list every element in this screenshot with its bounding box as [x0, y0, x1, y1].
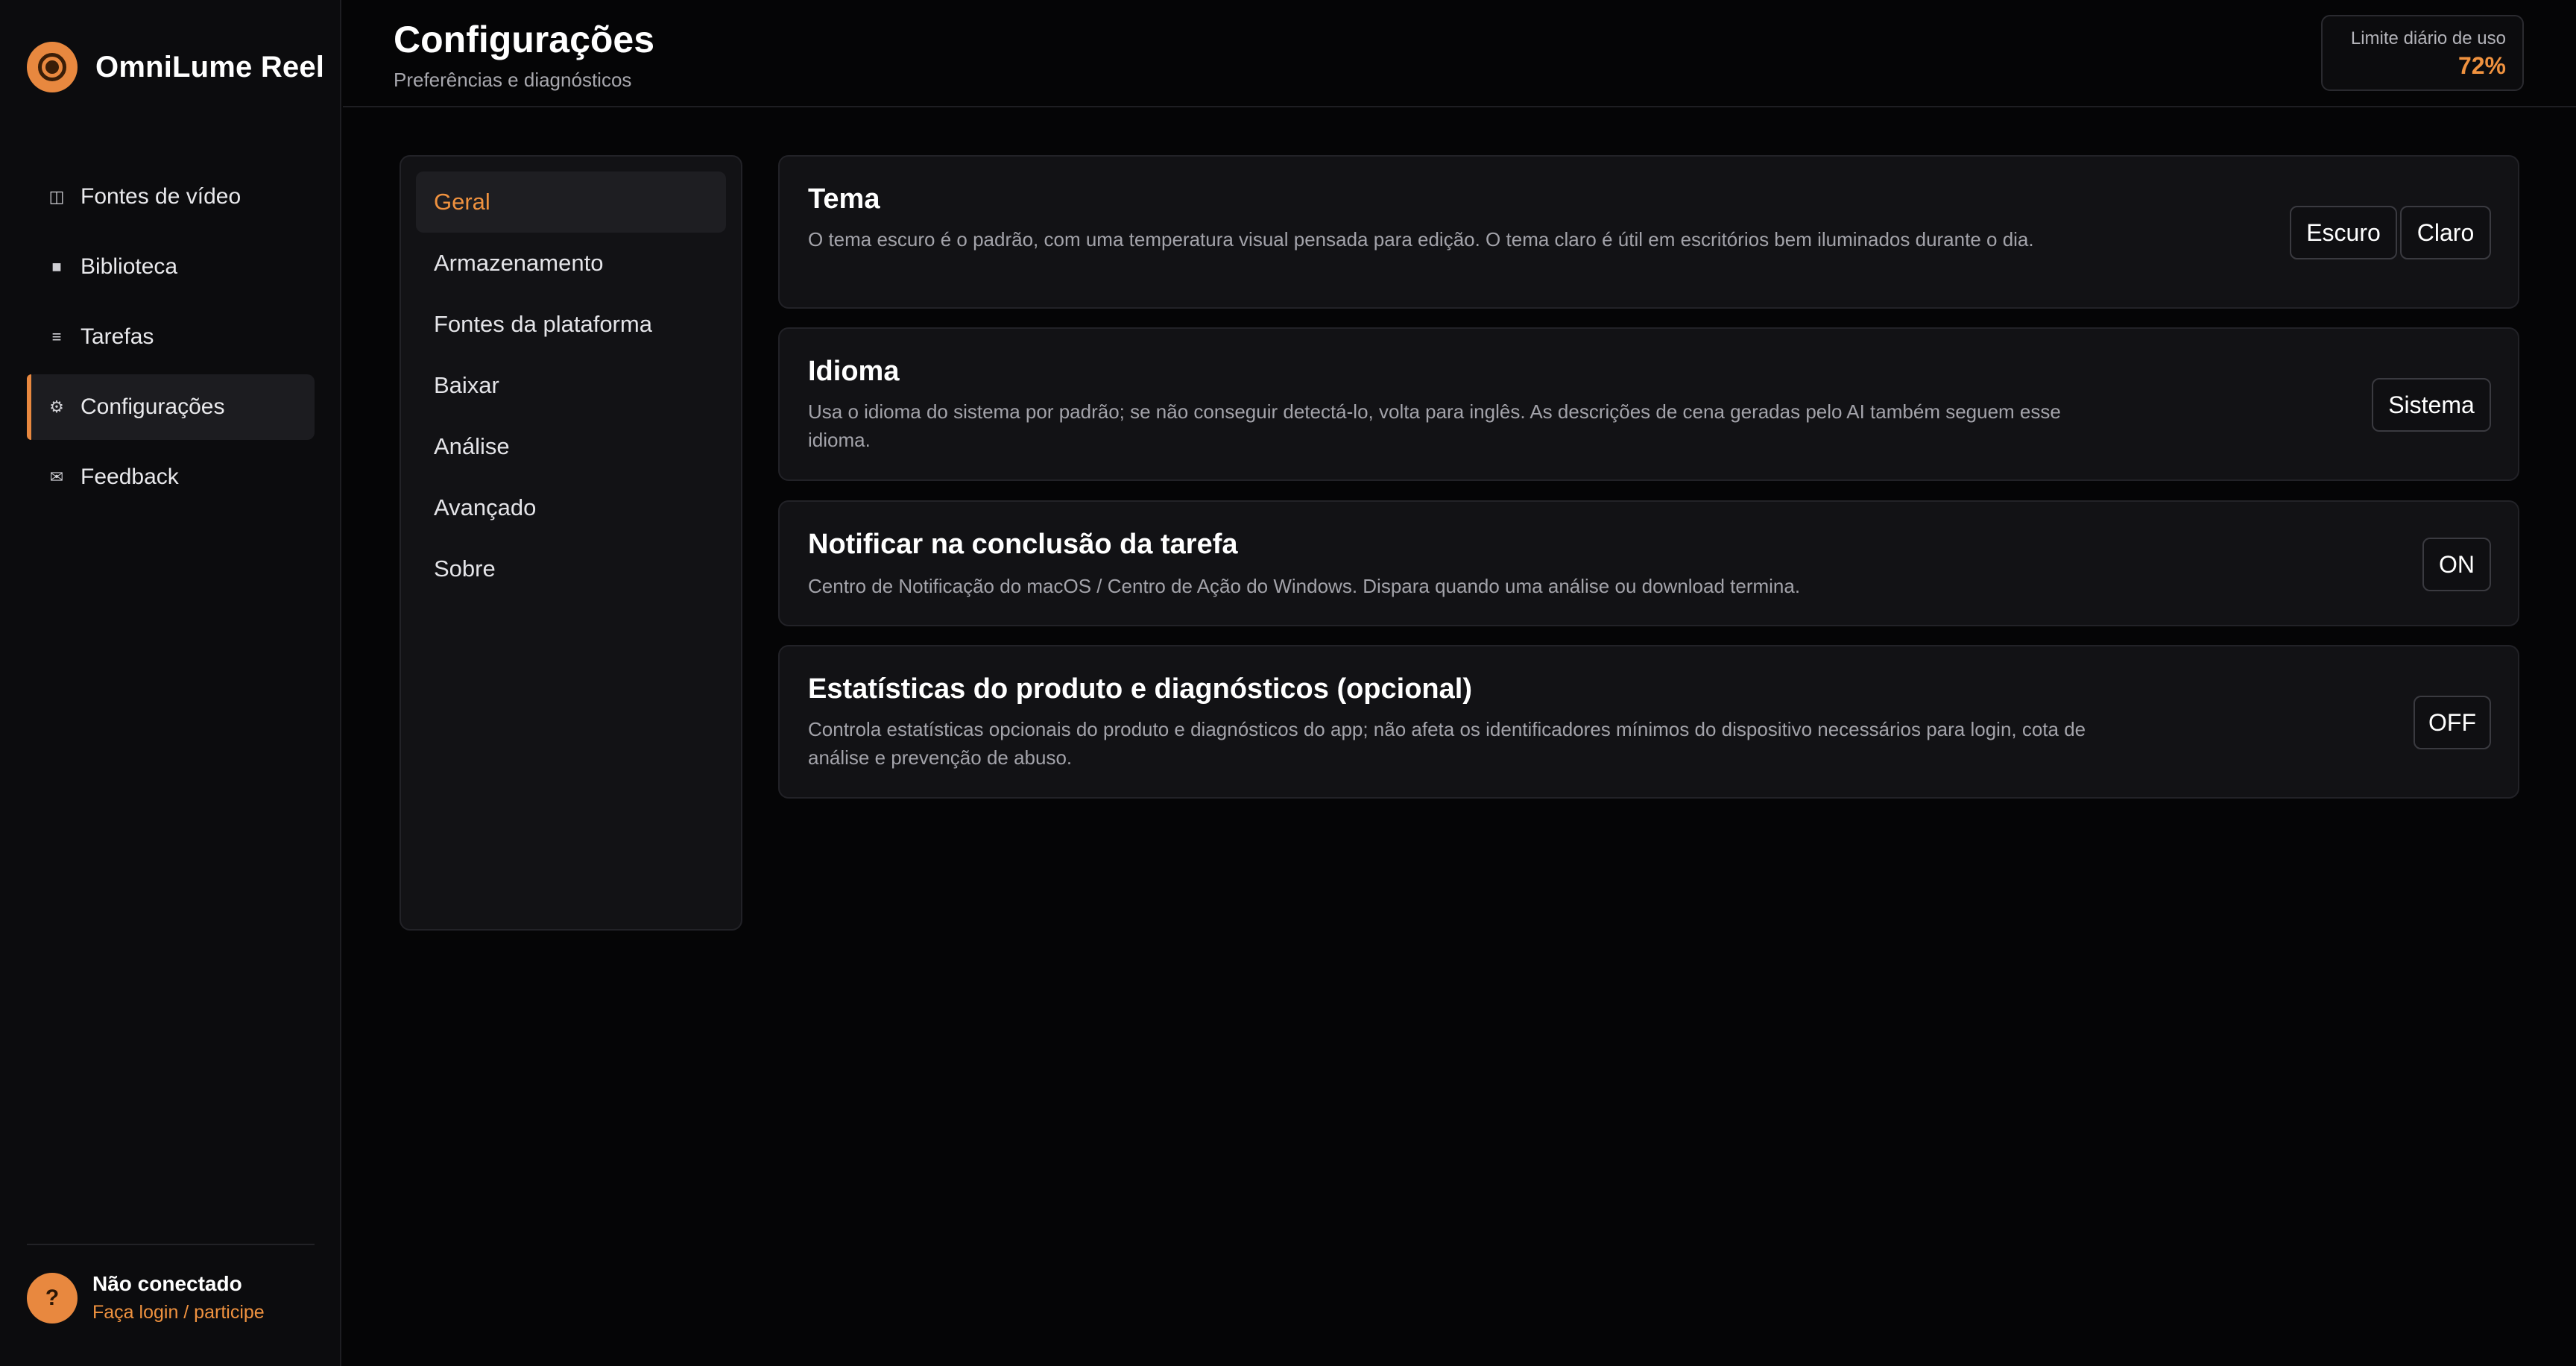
sidebar-item-library[interactable]: ■ Biblioteca — [27, 234, 315, 300]
sidebar-nav: ◫ Fontes de vídeo ■ Biblioteca ≡ Tarefas… — [27, 164, 315, 514]
page-header: Configurações Preferências e diagnóstico… — [343, 0, 2576, 107]
sidebar-item-label: Fontes de vídeo — [80, 184, 242, 209]
gear-icon: ⚙ — [49, 397, 64, 416]
settings-tab-storage[interactable]: Armazenamento — [416, 233, 726, 294]
list-icon: ≡ — [51, 327, 62, 346]
brand[interactable]: OmniLume Reel — [27, 42, 324, 92]
card-description: Usa o idioma do sistema por padrão; se n… — [808, 400, 2061, 451]
sidebar-item-video-sources[interactable]: ◫ Fontes de vídeo — [27, 164, 315, 230]
sidebar: OmniLume Reel ◫ Fontes de vídeo ■ Biblio… — [0, 0, 341, 1366]
account-status: Não conectado — [92, 1272, 242, 1295]
square-icon: ■ — [51, 257, 62, 276]
settings-tab-general[interactable]: Geral — [416, 171, 726, 233]
sidebar-item-tasks[interactable]: ≡ Tarefas — [27, 304, 315, 370]
login-link[interactable]: Faça login / participe — [92, 1302, 265, 1323]
page-subtitle: Preferências e diagnósticos — [394, 69, 632, 91]
question-icon[interactable]: ? — [27, 1272, 78, 1323]
columns-icon: ◫ — [48, 187, 65, 206]
sidebar-item-label: Tarefas — [80, 324, 154, 349]
theme-dark-button[interactable]: Escuro — [2290, 206, 2397, 259]
app-name: OmniLume Reel — [95, 50, 325, 84]
settings-nav: Geral Armazenamento Fontes da plataforma… — [400, 155, 742, 931]
card-description: Controla estatísticas opcionais do produ… — [808, 718, 2086, 769]
logo-icon — [27, 42, 78, 92]
notify-card: Notificar na conclusão da tarefa Centro … — [778, 500, 2519, 626]
account-panel: ? Não conectado Faça login / participe — [27, 1272, 265, 1323]
card-title: Idioma — [808, 356, 900, 387]
usage-badge: Limite diário de uso 72% — [2321, 15, 2524, 91]
card-description: O tema escuro é o padrão, com uma temper… — [808, 228, 2034, 251]
card-title: Tema — [808, 183, 880, 215]
settings-tab-platform-sources[interactable]: Fontes da plataforma — [416, 294, 726, 355]
usage-label: Limite diário de uso — [2350, 28, 2506, 48]
sidebar-item-feedback[interactable]: ✉ Feedback — [27, 444, 315, 510]
theme-card: Tema O tema escuro é o padrão, com uma t… — [778, 155, 2519, 309]
settings-tab-download[interactable]: Baixar — [416, 355, 726, 416]
usage-value: 72% — [2457, 52, 2506, 79]
settings-tab-about[interactable]: Sobre — [416, 538, 726, 599]
page-title: Configurações — [394, 19, 655, 60]
card-description: Centro de Notificação do macOS / Centro … — [808, 575, 1801, 597]
divider — [27, 1244, 315, 1245]
theme-light-button[interactable]: Claro — [2400, 206, 2491, 259]
notify-toggle[interactable]: ON — [2422, 538, 2491, 591]
stats-card: Estatísticas do produto e diagnósticos (… — [778, 645, 2519, 799]
settings-tab-analysis[interactable]: Análise — [416, 416, 726, 477]
sidebar-item-label: Biblioteca — [80, 254, 178, 279]
language-card: Idioma Usa o idioma do sistema por padrã… — [778, 327, 2519, 481]
sidebar-item-label: Feedback — [80, 465, 179, 489]
envelope-icon: ✉ — [49, 468, 64, 486]
card-title: Estatísticas do produto e diagnósticos (… — [808, 673, 1472, 705]
language-select[interactable]: Sistema — [2372, 378, 2491, 432]
card-title: Notificar na conclusão da tarefa — [808, 529, 1238, 560]
sidebar-item-settings[interactable]: ⚙ Configurações — [27, 374, 315, 440]
sidebar-item-label: Configurações — [80, 394, 225, 419]
stats-toggle[interactable]: OFF — [2414, 696, 2491, 749]
settings-tab-advanced[interactable]: Avançado — [416, 477, 726, 538]
